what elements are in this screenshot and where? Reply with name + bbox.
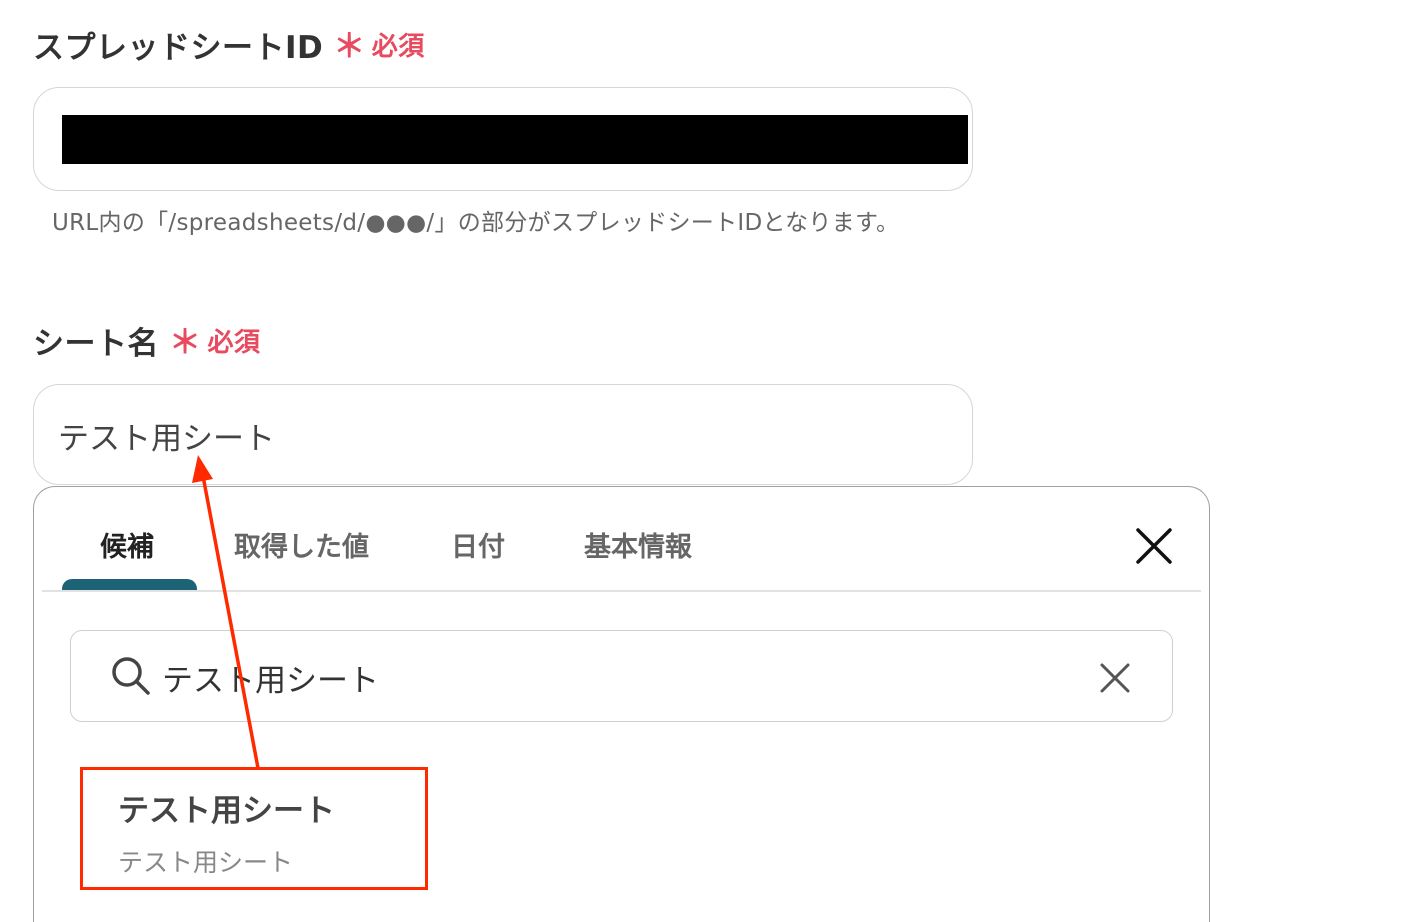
clear-icon[interactable] (1098, 661, 1132, 695)
sheet-name-label-text: シート名 (33, 325, 159, 362)
redaction-bar (62, 115, 968, 164)
spreadsheet-id-input[interactable] (33, 87, 973, 191)
required-text: 必須 (207, 327, 261, 358)
spreadsheet-id-label: スプレッドシートID ＊ 必須 (33, 22, 425, 66)
picker-search-value: テスト用シート (162, 663, 379, 699)
tab-retrieved-values[interactable]: 取得した値 (234, 525, 369, 564)
close-icon[interactable] (1132, 524, 1176, 568)
sheet-name-label: シート名 ＊ 必須 (33, 318, 261, 362)
tab-basic-info[interactable]: 基本情報 (584, 525, 692, 564)
tab-candidates[interactable]: 候補 (100, 525, 154, 564)
sheet-name-value: テスト用シート (58, 421, 275, 457)
required-asterisk: ＊ (333, 27, 366, 65)
tabs-divider (42, 590, 1201, 592)
spreadsheet-id-help-text: URL内の「/spreadsheets/d/●●●/」の部分がスプレッドシートI… (52, 210, 900, 236)
required-text: 必須 (371, 31, 425, 62)
spreadsheet-id-label-text: スプレッドシートID (33, 29, 324, 66)
active-tab-indicator (62, 579, 197, 590)
tab-date[interactable]: 日付 (451, 525, 505, 564)
picker-search-input[interactable]: テスト用シート (70, 630, 1173, 722)
highlight-box (80, 767, 428, 890)
sheet-name-input[interactable]: テスト用シート (33, 384, 973, 485)
search-icon (110, 655, 152, 697)
required-asterisk: ＊ (169, 323, 202, 361)
